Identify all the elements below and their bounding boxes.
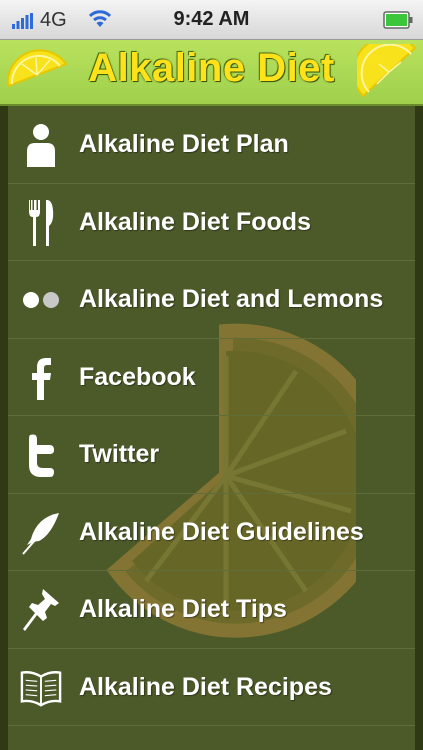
menu-item-diet-tips[interactable]: Alkaline Diet Tips xyxy=(8,571,415,649)
feather-icon xyxy=(20,510,62,556)
facebook-icon xyxy=(20,355,62,401)
clock: 9:42 AM xyxy=(173,8,250,30)
menu-item-label: Facebook xyxy=(79,362,196,391)
menu-item-label: Alkaline Diet Tips xyxy=(79,595,287,623)
app-screen: 4G 9:42 AM Alkaline Diet Alkaline Diet P… xyxy=(0,0,423,750)
menu-item-label: Alkaline Diet Guidelines xyxy=(79,517,364,546)
menu-item-twitter[interactable]: Twitter xyxy=(8,416,415,494)
menu-item-diet-guidelines[interactable]: Alkaline Diet Guidelines xyxy=(8,494,415,571)
menu-item-label: Alkaline Diet Plan xyxy=(79,130,289,158)
menu-item-label: Twitter xyxy=(79,440,160,468)
book-icon xyxy=(20,665,62,711)
menu-item-diet-plan[interactable]: Alkaline Diet Plan xyxy=(8,106,415,184)
menu-item-label: Alkaline Diet and Lemons xyxy=(79,285,384,313)
dots-icon xyxy=(20,277,62,323)
menu-item-label: Alkaline Diet Recipes xyxy=(79,672,332,701)
menu-item-diet-foods[interactable]: Alkaline Diet Foods xyxy=(8,184,415,261)
menu-panel: Alkaline Diet Plan Alkaline Diet Foods A… xyxy=(0,106,423,750)
menu-list: Alkaline Diet Plan Alkaline Diet Foods A… xyxy=(8,106,415,726)
battery-icon xyxy=(383,11,413,29)
lemon-slice-icon xyxy=(357,44,417,98)
fork-knife-icon xyxy=(20,199,62,246)
menu-item-diet-recipes[interactable]: Alkaline Diet Recipes xyxy=(8,649,415,726)
menu-item-label: Alkaline Diet Foods xyxy=(79,207,311,236)
status-bar: 4G 9:42 AM xyxy=(0,0,423,40)
menu-item-diet-lemons[interactable]: Alkaline Diet and Lemons xyxy=(8,261,415,339)
twitter-icon xyxy=(20,432,62,478)
app-header: Alkaline Diet xyxy=(0,40,423,106)
pushpin-icon xyxy=(20,587,62,633)
person-icon xyxy=(20,122,62,168)
menu-item-facebook[interactable]: Facebook xyxy=(8,339,415,416)
